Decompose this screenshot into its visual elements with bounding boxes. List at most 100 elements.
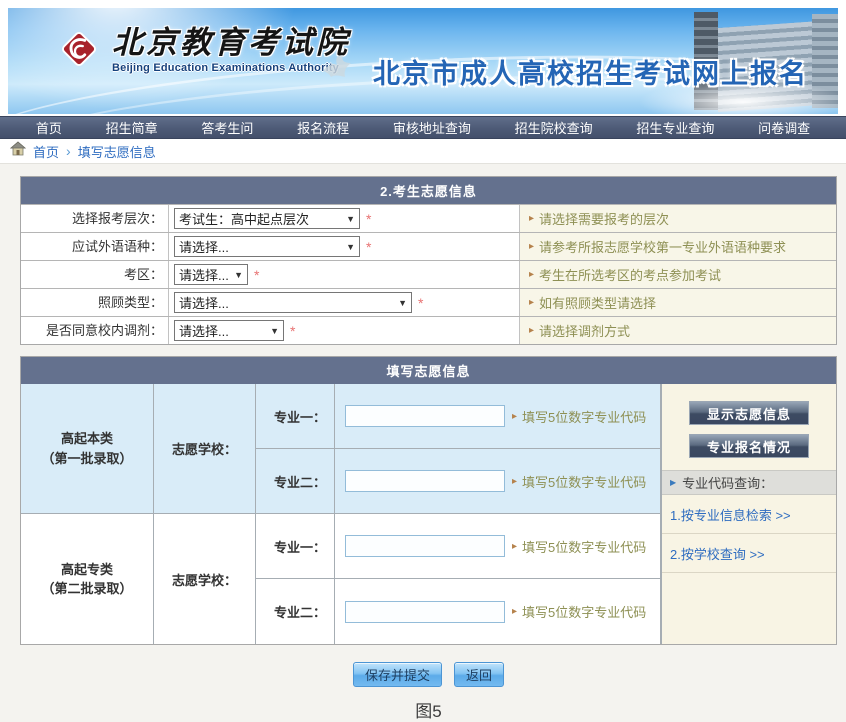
show-volunteer-info-button[interactable]: 显示志愿信息	[689, 401, 809, 425]
level-select-value: 考试生：高中起点层次	[179, 209, 309, 228]
search-by-major-link[interactable]: 1.按专业信息检索 >>	[662, 495, 836, 534]
required-asterisk: *	[366, 240, 371, 254]
header-wrap: 北京教育考试院 Beijing Education Examinations A…	[0, 0, 846, 116]
search-by-school-link[interactable]: 2.按学校查询 >>	[662, 534, 836, 573]
major-code-input[interactable]	[345, 405, 505, 427]
chevron-down-icon: ▼	[346, 242, 355, 252]
volunteer-info-panel: 2.考生志愿信息 选择报考层次： 考试生：高中起点层次 ▼ * ▸ 请选择需要报…	[20, 176, 837, 345]
hint-text: 请选择需要报考的层次	[539, 209, 669, 228]
nav-item-school-query[interactable]: 招生院校查询	[509, 118, 599, 137]
figure-caption: 图5	[20, 697, 837, 722]
breadcrumb-home-link[interactable]: 首页	[33, 142, 59, 161]
volunteer-panel-title: 2.考生志愿信息	[21, 177, 836, 204]
exam-area-hint: ▸ 考生在所选考区的考点参加考试	[520, 261, 836, 288]
major-code-input[interactable]	[345, 470, 505, 492]
school-label-cell: 志愿学校：	[154, 384, 256, 514]
major-code-input[interactable]	[345, 601, 505, 623]
exam-area-select-value: 请选择...	[179, 265, 229, 284]
required-asterisk: *	[418, 296, 423, 310]
category-batch: （第一批录取）	[41, 449, 132, 469]
nav-item-registration-process[interactable]: 报名流程	[291, 118, 355, 137]
school-panel-title: 填写志愿信息	[21, 357, 836, 384]
breadcrumb-current: 填写志愿信息	[78, 142, 156, 161]
major-query-sidebar: 显示志愿信息 专业报名情况 ▶ 专业代码查询： 1.按专业信息检索 >> 2.按…	[661, 384, 836, 644]
major-code-hint: ▸ 填写5位数字专业代码	[512, 602, 646, 621]
nav-item-major-query[interactable]: 招生专业查询	[630, 118, 720, 137]
form-row-level: 选择报考层次： 考试生：高中起点层次 ▼ * ▸ 请选择需要报考的层次	[21, 204, 836, 232]
school-volunteer-panel: 填写志愿信息 高起本类 （第一批录取） 志愿学校： 专业一： ▸ 填写5位数字专…	[20, 356, 837, 645]
major-registration-status-button[interactable]: 专业报名情况	[689, 434, 809, 458]
hint-text: 考生在所选考区的考点参加考试	[539, 265, 721, 284]
chevron-down-icon: ▼	[234, 270, 243, 280]
school-label-cell: 志愿学校：	[154, 514, 256, 644]
save-submit-button[interactable]: 保存并提交	[353, 662, 442, 687]
nav-item-review-address-query[interactable]: 审核地址查询	[387, 118, 477, 137]
major-code-hint: ▸ 填写5位数字专业代码	[512, 407, 646, 426]
major-code-query-header: ▶ 专业代码查询：	[662, 470, 836, 495]
form-row-adjustment: 是否同意校内调剂： 请选择... ▼ * ▸ 请选择调剂方式	[21, 316, 836, 344]
main-nav: 首页 招生简章 答考生问 报名流程 审核地址查询 招生院校查询 招生专业查询 问…	[0, 116, 846, 139]
category-cell-zhuanke: 高起专类 （第二批录取）	[21, 514, 154, 644]
major-code-hint: ▸ 填写5位数字专业代码	[512, 537, 646, 556]
nav-item-home[interactable]: 首页	[30, 118, 68, 137]
level-hint: ▸ 请选择需要报考的层次	[520, 205, 836, 232]
hint-bullet-icon: ▸	[512, 476, 517, 487]
hint-text: 请选择调剂方式	[539, 321, 630, 340]
category-name: 高起专类	[61, 560, 113, 580]
foreign-language-select[interactable]: 请选择... ▼	[174, 236, 360, 257]
level-select[interactable]: 考试生：高中起点层次 ▼	[174, 208, 360, 229]
required-asterisk: *	[366, 212, 371, 226]
foreign-language-select-value: 请选择...	[179, 237, 229, 256]
hint-bullet-icon: ▸	[529, 297, 534, 308]
form-row-care-type: 照顾类型： 请选择... ▼ * ▸ 如有照顾类型请选择	[21, 288, 836, 316]
nav-item-survey[interactable]: 问卷调查	[752, 118, 816, 137]
org-name-block: 北京教育考试院 Beijing Education Examinations A…	[112, 26, 350, 74]
adjustment-select[interactable]: 请选择... ▼	[174, 320, 284, 341]
nav-item-candidate-qa[interactable]: 答考生问	[195, 118, 259, 137]
form-row-exam-area: 考区： 请选择... ▼ * ▸ 考生在所选考区的考点参加考试	[21, 260, 836, 288]
hint-bullet-icon: ▸	[512, 411, 517, 422]
major2-label: 专业二：	[256, 449, 335, 514]
major-code-input[interactable]	[345, 535, 505, 557]
major2-input-cell: ▸ 填写5位数字专业代码	[335, 579, 661, 644]
nav-item-admission-guide[interactable]: 招生简章	[100, 118, 164, 137]
hint-bullet-icon: ▸	[512, 606, 517, 617]
back-button[interactable]: 返回	[454, 662, 504, 687]
breadcrumb-separator-icon: ›	[66, 144, 71, 158]
hint-text: 请参考所报志愿学校第一专业外语语种要求	[539, 237, 786, 256]
foreign-language-label: 应试外语语种：	[21, 233, 169, 260]
care-type-select[interactable]: 请选择... ▼	[174, 292, 412, 313]
care-type-select-value: 请选择...	[179, 293, 229, 312]
major2-input-cell: ▸ 填写5位数字专业代码	[335, 449, 661, 514]
breadcrumb: 首页 › 填写志愿信息	[0, 139, 846, 164]
adjustment-hint: ▸ 请选择调剂方式	[520, 317, 836, 344]
page: 北京教育考试院 Beijing Education Examinations A…	[0, 0, 846, 722]
chevron-down-icon: ▼	[346, 214, 355, 224]
major-code-hint: ▸ 填写5位数字专业代码	[512, 472, 646, 491]
major1-input-cell: ▸ 填写5位数字专业代码	[335, 384, 661, 449]
chevron-down-icon: ▼	[398, 298, 407, 308]
school-label: 志愿学校：	[172, 570, 237, 589]
action-bar: 保存并提交 返回	[20, 662, 837, 687]
content-area: 2.考生志愿信息 选择报考层次： 考试生：高中起点层次 ▼ * ▸ 请选择需要报…	[0, 164, 846, 722]
category-name: 高起本类	[61, 429, 113, 449]
hint-text: 如有照顾类型请选择	[539, 293, 656, 312]
hint-bullet-icon: ▸	[529, 241, 534, 252]
form-row-foreign-language: 应试外语语种： 请选择... ▼ * ▸ 请参考所报志愿学校第一专业外语语种要求	[21, 232, 836, 260]
hint-bullet-icon: ▸	[529, 269, 534, 280]
chevron-down-icon: ▼	[270, 326, 279, 336]
care-type-hint: ▸ 如有照顾类型请选择	[520, 289, 836, 316]
hint-bullet-icon: ▸	[529, 325, 534, 336]
org-name-cn: 北京教育考试院	[112, 26, 350, 60]
exam-area-select[interactable]: 请选择... ▼	[174, 264, 248, 285]
hint-bullet-icon: ▸	[529, 213, 534, 224]
foreign-language-hint: ▸ 请参考所报志愿学校第一专业外语语种要求	[520, 233, 836, 260]
site-title: 北京市成人高校招生考试网上报名	[373, 52, 808, 91]
care-type-label: 照顾类型：	[21, 289, 169, 316]
required-asterisk: *	[290, 324, 295, 338]
home-icon	[10, 141, 26, 161]
query-label: 专业代码查询：	[682, 473, 773, 492]
beca-logo-icon	[56, 26, 102, 77]
major1-label: 专业一：	[256, 514, 335, 579]
major1-label: 专业一：	[256, 384, 335, 449]
